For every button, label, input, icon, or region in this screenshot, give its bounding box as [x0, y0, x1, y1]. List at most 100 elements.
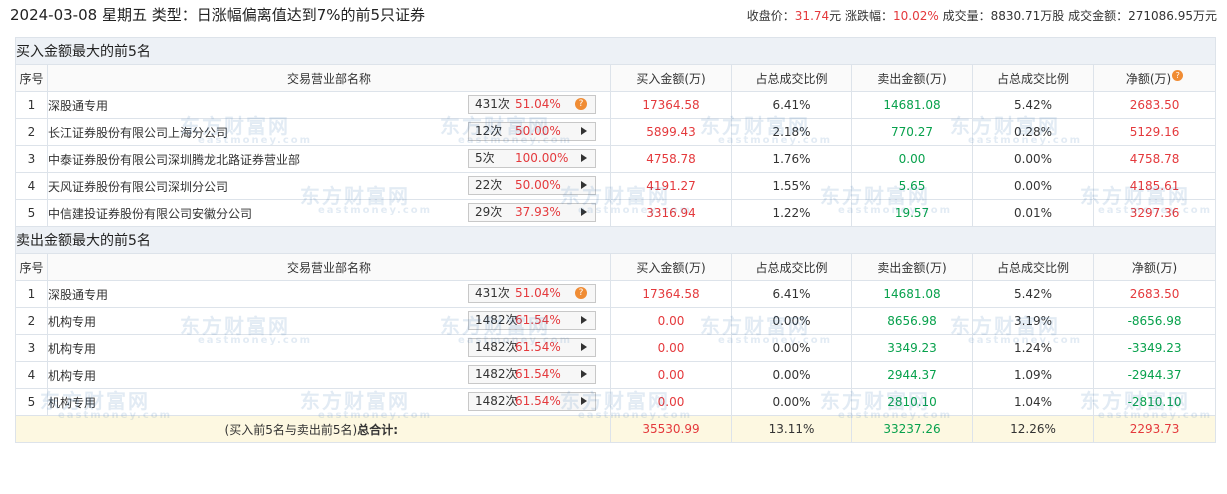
- broker-name-link[interactable]: 机构专用: [49, 369, 97, 383]
- question-mark-icon[interactable]: ?: [1172, 69, 1184, 81]
- row-index: 3: [15, 334, 48, 362]
- row-index-value: 3: [27, 341, 36, 355]
- table-row: 1 深股通专用 431次 51.04%? 17364.58 6.41% 14681.08 5.…: [15, 91, 1217, 119]
- sell-ratio: 3.19%: [972, 307, 1094, 335]
- success-rate: 51.04%: [515, 286, 561, 300]
- sell-ratio: 0.00%: [972, 172, 1094, 200]
- column-header-label: 净额(万): [1131, 260, 1178, 275]
- change-value: 10.02%: [893, 9, 939, 23]
- broker-name-link[interactable]: 深股通专用: [49, 99, 109, 113]
- column-header: 卖出金额(万): [851, 253, 973, 281]
- buy-ratio-value: 6.41%: [772, 98, 811, 112]
- listing-times-toggle[interactable]: 29次 37.93%: [468, 203, 596, 222]
- sell-amount: 2810.10: [851, 388, 973, 416]
- sell-amount-value: 2944.37: [887, 368, 937, 382]
- net-amount: -2944.37: [1092, 361, 1217, 389]
- listing-times-toggle[interactable]: 1482次 61.54%: [468, 338, 596, 357]
- listing-times-toggle[interactable]: 431次 51.04%?: [468, 284, 596, 303]
- column-header-label: 卖出金额(万): [877, 260, 947, 275]
- broker-name-link[interactable]: 长江证券股份有限公司上海分公司: [49, 126, 229, 140]
- play-arrow-icon[interactable]: [581, 343, 587, 351]
- volume-value: 8830.71万股: [990, 9, 1065, 23]
- play-arrow-icon[interactable]: [581, 154, 587, 162]
- buy-ratio-value: 6.41%: [772, 287, 811, 301]
- broker-name-link[interactable]: 机构专用: [49, 396, 97, 410]
- play-arrow-icon[interactable]: [581, 181, 587, 189]
- sell-ratio-value: 1.24%: [1013, 341, 1053, 355]
- listing-count: 1482次: [475, 367, 518, 381]
- column-header-label: 序号: [19, 260, 44, 275]
- sell-amount: 14681.08: [851, 280, 973, 308]
- total-sell-value: 33237.26: [883, 422, 941, 436]
- column-header-label: 买入金额(万): [636, 71, 706, 86]
- buy-ratio-value: 0.00%: [772, 368, 811, 382]
- buy-ratio-value: 1.55%: [772, 179, 811, 193]
- table-row: 5 中信建投证券股份有限公司安徽分公司 29次 37.93% 3316.94 1.22% 1…: [15, 199, 1217, 227]
- net-amount-value: 4758.78: [1129, 152, 1180, 166]
- column-header-label: 序号: [19, 71, 44, 86]
- column-header-label: 占总成交比例: [996, 71, 1069, 86]
- listing-count: 431次: [475, 97, 510, 111]
- buy-ratio-value: 0.00%: [772, 314, 811, 328]
- buy-ratio: 6.41%: [731, 280, 852, 308]
- column-header: 序号: [15, 253, 48, 281]
- broker-name-cell: 机构专用 1482次 61.54%: [47, 361, 611, 389]
- net-amount-value: 4185.61: [1129, 179, 1180, 193]
- buy-amount-value: 17364.58: [642, 287, 700, 301]
- net-amount-value: -2944.37: [1127, 368, 1182, 382]
- broker-name-cell: 深股通专用 431次 51.04%?: [47, 91, 611, 119]
- broker-name-link[interactable]: 深股通专用: [49, 288, 109, 302]
- row-index: 2: [15, 118, 48, 146]
- change-label: 涨跌幅：: [845, 9, 894, 23]
- listing-times-toggle[interactable]: 12次 50.00%: [468, 122, 596, 141]
- play-arrow-icon[interactable]: [581, 127, 587, 135]
- listing-times-toggle[interactable]: 22次 50.00%: [468, 176, 596, 195]
- broker-name-link[interactable]: 中信建投证券股份有限公司安徽分公司: [49, 207, 253, 221]
- column-header: 占总成交比例: [731, 64, 852, 92]
- play-arrow-icon[interactable]: [581, 397, 587, 405]
- sell-top5-header-row: 序号 交易营业部名称 买入金额(万) 占总成交比例 卖出金额(万) 占总成交比例 净额(万): [15, 253, 1217, 281]
- broker-name-link[interactable]: 机构专用: [49, 342, 97, 356]
- listing-times-toggle[interactable]: 431次 51.04%?: [468, 95, 596, 114]
- buy-amount-value: 0.00: [657, 368, 685, 382]
- broker-name-link[interactable]: 机构专用: [49, 315, 97, 329]
- listing-count: 1482次: [475, 313, 518, 327]
- row-index-value: 2: [27, 125, 36, 139]
- row-index: 1: [15, 280, 48, 308]
- sell-ratio: 0.01%: [972, 199, 1094, 227]
- close-label: 收盘价：: [746, 9, 795, 23]
- buy-amount-value: 0.00: [657, 395, 685, 409]
- total-label-bold: 总合计:: [357, 422, 398, 437]
- listing-count: 12次: [475, 124, 503, 138]
- row-index-value: 5: [27, 206, 36, 220]
- question-mark-icon[interactable]: ?: [575, 98, 587, 110]
- top-bar: 2024-03-08 星期五 类型：日涨幅偏离值达到7%的前5只证券 收盘价：3…: [0, 0, 1227, 30]
- listing-times-toggle[interactable]: 1482次 61.54%: [468, 365, 596, 384]
- broker-name-link[interactable]: 中泰证券股份有限公司深圳腾龙北路证券营业部: [49, 153, 301, 167]
- success-rate: 50.00%: [515, 124, 561, 138]
- buy-ratio-value: 1.76%: [772, 152, 811, 166]
- listing-times-toggle[interactable]: 1482次 61.54%: [468, 311, 596, 330]
- broker-name-link[interactable]: 天风证券股份有限公司深圳分公司: [49, 180, 229, 194]
- listing-times-toggle[interactable]: 5次 100.00%: [468, 149, 596, 168]
- table-row: 5 机构专用 1482次 61.54% 0.00 0.00% 2810.10 1.04% -28…: [15, 388, 1217, 416]
- buy-ratio-value: 0.00%: [772, 341, 811, 355]
- question-mark-icon[interactable]: ?: [575, 287, 587, 299]
- row-index-value: 1: [27, 287, 36, 301]
- row-index-value: 3: [27, 152, 36, 166]
- broker-name-cell: 中信建投证券股份有限公司安徽分公司 29次 37.93%: [47, 199, 611, 227]
- play-arrow-icon[interactable]: [581, 316, 587, 324]
- sell-ratio-value: 0.00%: [1013, 152, 1053, 166]
- net-amount-value: 2683.50: [1129, 98, 1180, 112]
- success-rate: 100.00%: [515, 151, 569, 165]
- buy-ratio: 0.00%: [731, 388, 852, 416]
- play-arrow-icon[interactable]: [581, 370, 587, 378]
- sell-amount-value: 0.00: [898, 152, 926, 166]
- listing-times-toggle[interactable]: 1482次 61.54%: [468, 392, 596, 411]
- sell-ratio-value: 5.42%: [1013, 287, 1053, 301]
- sell-amount: 2944.37: [851, 361, 973, 389]
- column-header: 占总成交比例: [972, 64, 1094, 92]
- buy-amount-value: 3316.94: [646, 206, 696, 220]
- play-arrow-icon[interactable]: [581, 208, 587, 216]
- sell-top5-title: 卖出金额最大的前5名: [14, 226, 1217, 254]
